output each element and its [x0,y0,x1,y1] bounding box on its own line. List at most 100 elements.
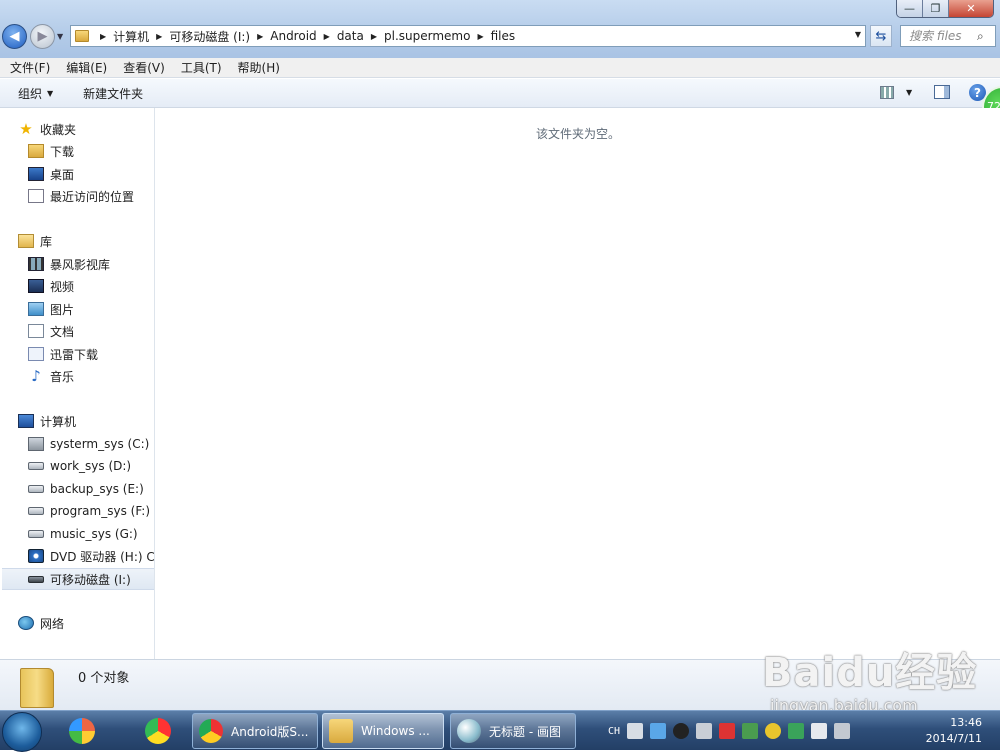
back-button[interactable]: ◀ [2,24,27,49]
menu-view[interactable]: 查看(V) [123,59,165,76]
recent-pages-dropdown[interactable]: ▼ [57,32,63,41]
menu-edit[interactable]: 编辑(E) [66,59,107,76]
app-tray-icon[interactable] [650,723,667,739]
chevron-right-icon[interactable]: ▶ [257,32,263,41]
breadcrumb-android[interactable]: Android [270,29,316,43]
nav-computer[interactable]: 计算机 [18,411,154,431]
chevron-right-icon[interactable]: ▶ [156,32,162,41]
refresh-button[interactable]: ⇆ [870,25,892,47]
chevron-right-icon[interactable]: ▶ [324,32,330,41]
pictures-icon [28,302,44,316]
keyboard-icon[interactable] [627,723,644,739]
nav-network[interactable]: 网络 [18,613,154,633]
view-options-dropdown[interactable]: ▼ [906,88,912,97]
nav-item-documents[interactable]: 文档 [28,321,154,341]
search-input[interactable] [909,29,973,43]
pinned-app-browser[interactable] [134,714,182,748]
nav-drive-h[interactable]: DVD 驱动器 (H:) CD [28,546,154,566]
network-icon [18,616,34,630]
breadcrumb-files[interactable]: files [491,29,516,43]
shield-icon[interactable] [742,723,759,739]
maximize-button[interactable]: ❐ [923,0,949,17]
clock[interactable]: 13:46 2014/7/11 [926,715,982,747]
forward-button[interactable]: ▶ [30,24,55,49]
nav-network-label: 网络 [40,616,65,631]
nav-drive-d[interactable]: work_sys (D:) [28,456,154,476]
libraries-icon [18,234,34,248]
organize-label: 组织 [18,86,43,101]
network-status-icon[interactable] [834,723,851,739]
search-icon[interactable]: ⌕ [977,29,984,44]
change-view-icon[interactable] [880,86,894,99]
breadcrumb-supermemo[interactable]: pl.supermemo [384,29,470,43]
task-windows-explorer[interactable]: Windows ... [322,713,444,749]
plus-icon[interactable] [765,723,782,739]
nav-favorites-label: 收藏夹 [40,122,77,137]
chevron-right-icon[interactable]: ▶ [477,32,483,41]
security-alert-icon[interactable] [719,723,736,739]
task-android[interactable]: Android版S... [192,713,318,749]
breadcrumb-drive[interactable]: 可移动磁盘 (I:) [169,28,250,45]
nav-drive-g[interactable]: music_sys (G:) [28,524,154,544]
desktop-icon [28,167,44,181]
file-list[interactable]: 该文件夹为空。 [156,108,1000,659]
start-button[interactable] [2,712,42,752]
nav-item-desktop[interactable]: 桌面 [28,164,154,184]
star-icon: ★ [19,120,33,138]
new-folder-button[interactable]: 新建文件夹 [83,85,143,102]
breadcrumb-computer[interactable]: 计算机 [113,28,149,45]
input-language[interactable]: CH [608,726,620,737]
nav-drive-f[interactable]: program_sys (F:) [28,501,154,521]
window-titlebar: — ❐ ✕ ◀ ▶ ▼ ▶ 计算机 ▶ 可移动磁盘 (I:) ▶ Android ▶ d… [0,0,1000,58]
nav-drive-c[interactable]: systerm_sys (C:) [28,434,154,454]
nav-item-xunlei[interactable]: 迅雷下载 [28,344,154,364]
nav-item-videos[interactable]: 视频 [28,276,154,296]
nav-item-label: 可移动磁盘 (I:) [50,572,131,587]
downloads-folder-icon [28,144,44,158]
nav-drive-e[interactable]: backup_sys (E:) [28,479,154,499]
nav-item-label: backup_sys (E:) [50,482,144,496]
hard-drive-icon [28,485,44,493]
dvd-drive-icon [28,549,44,563]
preview-pane-icon[interactable] [934,85,950,99]
nav-item-pictures[interactable]: 图片 [28,299,154,319]
menu-file[interactable]: 文件(F) [10,59,50,76]
menu-help[interactable]: 帮助(H) [238,59,280,76]
flag-icon[interactable] [811,723,828,739]
nav-item-music[interactable]: ♪ 音乐 [28,366,154,386]
nav-item-label: systerm_sys (C:) [50,437,150,451]
minimize-button[interactable]: — [897,0,923,17]
nav-item-downloads[interactable]: 下载 [28,141,154,161]
close-button[interactable]: ✕ [949,0,993,17]
documents-icon [28,324,44,338]
chevron-right-icon[interactable]: ▶ [371,32,377,41]
nav-item-label: 最近访问的位置 [50,189,135,204]
volume-icon[interactable] [696,723,713,739]
nav-item-label: 暴风影视库 [50,257,111,272]
nav-item-label: 音乐 [50,369,75,384]
nav-libraries[interactable]: 库 [18,231,154,251]
nav-item-baofeng[interactable]: 暴风影视库 [28,254,154,274]
address-history-dropdown[interactable]: ▼ [855,30,861,39]
organize-button[interactable]: 组织 ▼ [18,85,53,102]
pinned-app-pinwheel[interactable] [58,714,106,748]
nav-item-label: 迅雷下载 [50,347,99,362]
breadcrumb-data[interactable]: data [337,29,364,43]
task-paint[interactable]: 无标题 - 画图 [450,713,576,749]
nav-item-label: 文档 [50,324,75,339]
chevron-right-icon[interactable]: ▶ [100,32,106,41]
hard-drive-icon [28,507,44,515]
nav-drive-i[interactable]: 可移动磁盘 (I:) [2,568,154,590]
qq-icon[interactable] [673,723,690,739]
pinwheel-icon [69,718,95,744]
window-controls: — ❐ ✕ [896,0,994,18]
hard-drive-icon [28,530,44,538]
computer-icon [18,414,34,428]
menu-tools[interactable]: 工具(T) [181,59,222,76]
refresh-icon: ⇆ [875,28,887,44]
address-bar[interactable]: ▶ 计算机 ▶ 可移动磁盘 (I:) ▶ Android ▶ data ▶ pl.supe… [70,25,866,47]
check-icon[interactable] [788,723,805,739]
nav-item-recent[interactable]: 最近访问的位置 [28,186,154,206]
nav-favorites[interactable]: ★ 收藏夹 [18,119,154,139]
folder-icon [75,30,89,42]
